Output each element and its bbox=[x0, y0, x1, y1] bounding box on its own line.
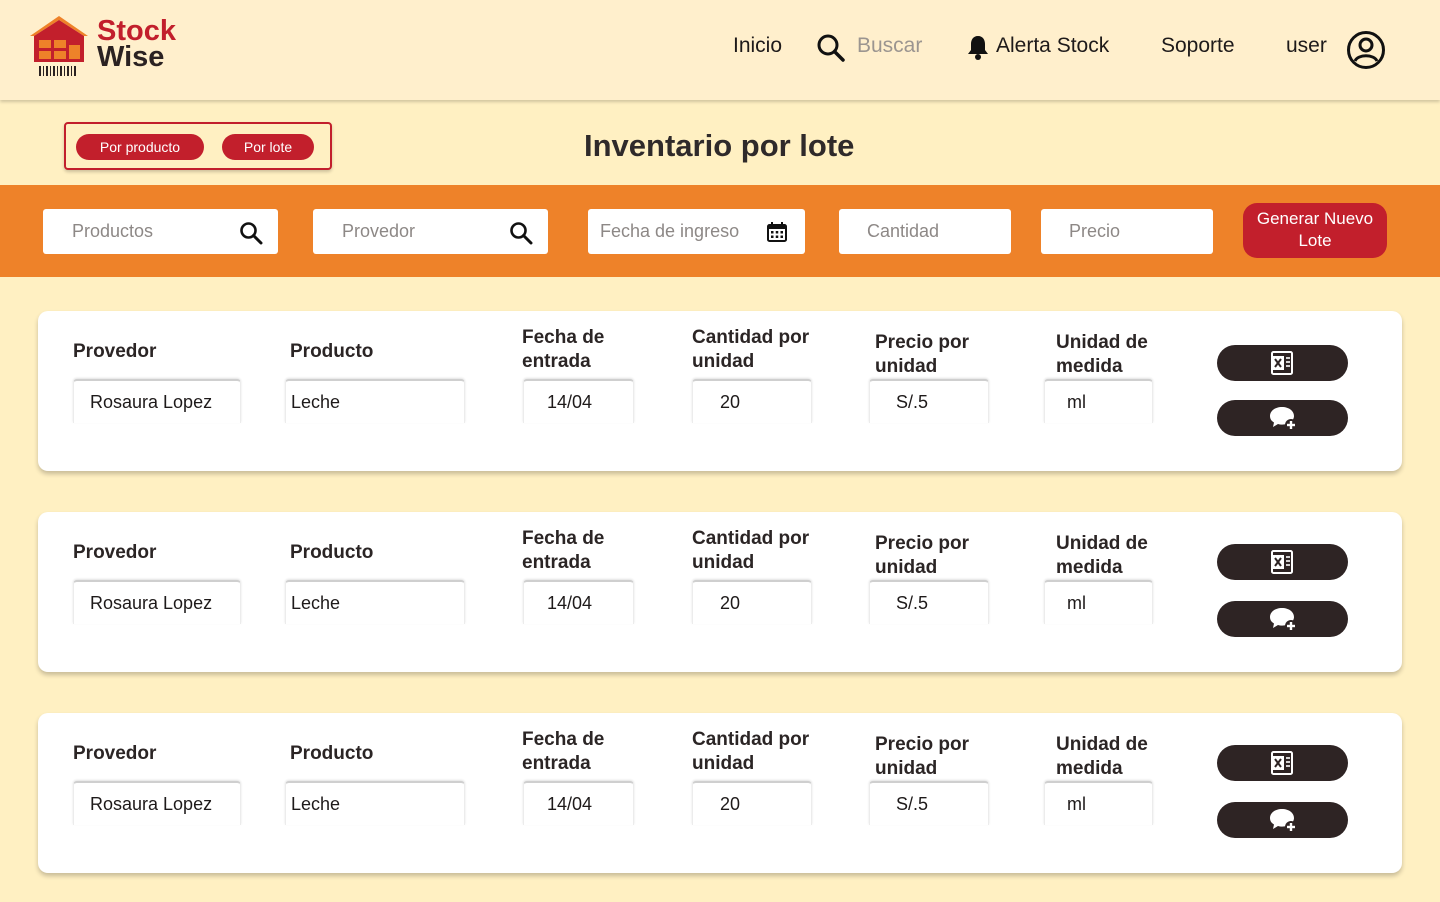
batch-card: Provedor Rosaura Lopez Producto Leche Fecha … bbox=[38, 512, 1402, 672]
add-comment-icon bbox=[1270, 608, 1297, 632]
batch-card: Provedor Rosaura Lopez Producto Leche Fecha … bbox=[38, 713, 1402, 873]
field-price[interactable]: S/.5 bbox=[869, 781, 989, 825]
label-product: Producto bbox=[290, 743, 374, 764]
field-product[interactable]: Leche bbox=[285, 781, 465, 825]
add-comment-icon bbox=[1270, 407, 1297, 431]
label-entry-date: Fecha de entrada bbox=[522, 327, 605, 372]
label-product: Producto bbox=[290, 542, 374, 563]
label-unit: Unidad de medida bbox=[1056, 332, 1148, 377]
field-supplier[interactable]: Rosaura Lopez bbox=[73, 379, 241, 423]
excel-export-icon bbox=[1271, 751, 1293, 775]
page-title: Inventario por lote bbox=[584, 128, 855, 163]
filter-date-placeholder: Fecha de ingreso bbox=[600, 221, 740, 241]
label-price-per-unit: Precio por unidad bbox=[875, 734, 969, 779]
nav-support[interactable]: Soporte bbox=[1161, 34, 1235, 58]
filter-quantity-placeholder: Cantidad bbox=[867, 221, 940, 241]
nav-home[interactable]: Inicio bbox=[733, 34, 782, 58]
field-unit[interactable]: ml bbox=[1044, 580, 1153, 624]
toggle-by-batch[interactable]: Por lote bbox=[222, 134, 314, 160]
filter-price-placeholder: Precio bbox=[1069, 221, 1121, 241]
field-supplier[interactable]: Rosaura Lopez bbox=[73, 781, 241, 825]
filter-price-input[interactable]: Precio bbox=[1041, 209, 1213, 254]
label-qty-per-unit: Cantidad por unidad bbox=[692, 327, 810, 372]
field-entry-date[interactable]: 14/04 bbox=[523, 379, 634, 423]
search-icon[interactable] bbox=[816, 33, 846, 63]
nav-search-input[interactable]: Buscar bbox=[857, 34, 922, 58]
label-unit: Unidad de medida bbox=[1056, 533, 1148, 578]
export-excel-button[interactable] bbox=[1217, 745, 1348, 781]
label-supplier: Provedor bbox=[73, 542, 157, 563]
field-price[interactable]: S/.5 bbox=[869, 379, 989, 423]
filter-supplier-placeholder: Provedor bbox=[342, 221, 416, 241]
add-comment-button[interactable] bbox=[1217, 802, 1348, 838]
add-comment-button[interactable] bbox=[1217, 601, 1348, 637]
field-price[interactable]: S/.5 bbox=[869, 580, 989, 624]
label-entry-date: Fecha de entrada bbox=[522, 528, 605, 573]
field-unit[interactable]: ml bbox=[1044, 781, 1153, 825]
field-entry-date[interactable]: 14/04 bbox=[523, 580, 634, 624]
field-supplier[interactable]: Rosaura Lopez bbox=[73, 580, 241, 624]
excel-export-icon bbox=[1271, 550, 1293, 574]
label-price-per-unit: Precio por unidad bbox=[875, 332, 969, 377]
add-comment-button[interactable] bbox=[1217, 400, 1348, 436]
user-circle-icon[interactable] bbox=[1346, 30, 1386, 70]
field-qty[interactable]: 20 bbox=[692, 580, 812, 624]
label-supplier: Provedor bbox=[73, 341, 157, 362]
filter-date-input[interactable]: Fecha de ingreso bbox=[588, 209, 805, 254]
export-excel-button[interactable] bbox=[1217, 345, 1348, 381]
field-product[interactable]: Leche bbox=[285, 580, 465, 624]
label-entry-date: Fecha de entrada bbox=[522, 729, 605, 774]
bell-icon[interactable] bbox=[964, 33, 992, 61]
top-navbar: Stock Wise Inicio Buscar Alerta Stock So… bbox=[0, 0, 1440, 100]
filter-products-placeholder: Productos bbox=[72, 221, 154, 241]
brand-line-2: Wise bbox=[97, 41, 165, 73]
field-qty[interactable]: 20 bbox=[692, 781, 812, 825]
search-icon[interactable] bbox=[509, 221, 533, 245]
filter-supplier-input[interactable]: Provedor bbox=[313, 209, 548, 254]
nav-stock-alerts[interactable]: Alerta Stock bbox=[996, 34, 1109, 58]
nav-user-name[interactable]: user bbox=[1286, 34, 1327, 58]
label-price-per-unit: Precio por unidad bbox=[875, 533, 969, 578]
excel-export-icon bbox=[1271, 351, 1293, 375]
brand-name: Stock Wise bbox=[97, 17, 176, 73]
filter-products-input[interactable]: Productos bbox=[43, 209, 278, 254]
add-comment-icon bbox=[1270, 809, 1297, 833]
view-toggle: Por producto Por lote bbox=[64, 122, 332, 170]
label-qty-per-unit: Cantidad por unidad bbox=[692, 729, 810, 774]
warehouse-icon bbox=[30, 16, 88, 76]
calendar-icon[interactable] bbox=[766, 221, 788, 243]
filter-quantity-input[interactable]: Cantidad bbox=[839, 209, 1011, 254]
label-unit: Unidad de medida bbox=[1056, 734, 1148, 779]
label-qty-per-unit: Cantidad por unidad bbox=[692, 528, 810, 573]
generate-new-batch-button[interactable]: Generar Nuevo Lote bbox=[1243, 203, 1387, 258]
label-supplier: Provedor bbox=[73, 743, 157, 764]
toggle-by-product[interactable]: Por producto bbox=[76, 134, 204, 160]
field-product[interactable]: Leche bbox=[285, 379, 465, 423]
label-product: Producto bbox=[290, 341, 374, 362]
search-icon[interactable] bbox=[239, 221, 263, 245]
field-entry-date[interactable]: 14/04 bbox=[523, 781, 634, 825]
batch-card: Provedor Rosaura Lopez Producto Leche Fecha … bbox=[38, 311, 1402, 471]
field-unit[interactable]: ml bbox=[1044, 379, 1153, 423]
field-qty[interactable]: 20 bbox=[692, 379, 812, 423]
export-excel-button[interactable] bbox=[1217, 544, 1348, 580]
filter-bar: Productos Provedor Fecha de ingreso Cant… bbox=[0, 185, 1440, 277]
